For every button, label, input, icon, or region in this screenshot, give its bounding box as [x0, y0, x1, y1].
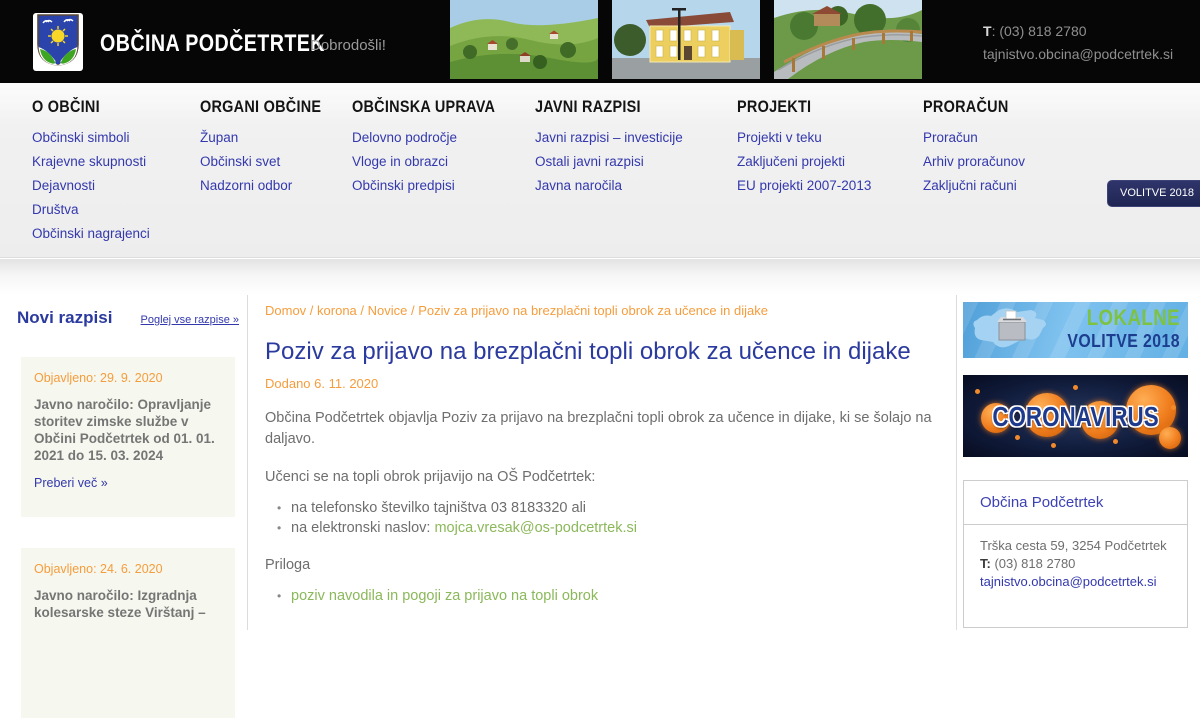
attachment-list: poziv navodila in pogoji za prijavo na t…: [291, 587, 937, 607]
nav-link-obcinski-nagrajenci[interactable]: Občinski nagrajenci: [32, 222, 150, 246]
nav-link-zupan[interactable]: Župan: [200, 126, 343, 150]
nav-col-obcinska-uprava: OBČINSKA UPRAVA Delovno področje Vloge i…: [352, 97, 521, 198]
paragraph: Učenci se na topli obrok prijavijo na OŠ…: [265, 469, 596, 485]
page-title: Poziv za prijavo na brezplačni topli obr…: [265, 338, 911, 365]
nav-col-proracun: PRORAČUN Proračun Arhiv proračunov Zaklj…: [923, 97, 1025, 198]
card-title: Javno naročilo: Izgradnja kolesarske ste…: [34, 588, 206, 620]
nav-heading[interactable]: O OBČINI: [32, 97, 132, 117]
razpis-card[interactable]: Objavljeno: 24. 6. 2020 Javno naročilo: …: [21, 548, 235, 718]
breadcrumb: Domov / korona / Novice / Poziv za prija…: [265, 303, 768, 318]
breadcrumb-korona[interactable]: korona: [317, 303, 357, 318]
nav-link-arhiv-proracunov[interactable]: Arhiv proračunov: [923, 150, 1025, 174]
divider: [956, 295, 957, 630]
site-header: OBČINA PODČETRTEK Dobrodošli! T: (03) 81…: [0, 0, 1200, 83]
view-all-razpisi-link[interactable]: Poglej vse razpise »: [141, 314, 239, 326]
nav-col-organi-obcine: ORGANI OBČINE Župan Občinski svet Nadzor…: [200, 97, 343, 198]
header-email-link[interactable]: tajnistvo.obcina@podcetrtek.si: [983, 46, 1173, 62]
nav-link-proracun[interactable]: Proračun: [923, 126, 1025, 150]
nav-link-vloge-in-obrazci[interactable]: Vloge in obrazci: [352, 150, 521, 174]
nav-link-zakljucni-racuni[interactable]: Zaključni računi: [923, 174, 1025, 198]
sidebar-title: Novi razpisi: [17, 308, 113, 327]
header-contact: T: (03) 818 2780 tajnistvo.obcina@podcet…: [983, 20, 1173, 66]
nav-col-javni-razpisi: JAVNI RAZPISI Javni razpisi – investicij…: [535, 97, 683, 198]
nav-link-javna-narocila[interactable]: Javna naročila: [535, 174, 683, 198]
nav-link-javni-razpisi-investicije[interactable]: Javni razpisi – investicije: [535, 126, 683, 150]
volitve-2018-button[interactable]: VOLITVE 2018: [1107, 180, 1200, 207]
breadcrumb-domov[interactable]: Domov: [265, 303, 306, 318]
nav-col-projekti: PROJEKTI Projekti v teku Zaključeni proj…: [737, 97, 871, 198]
banner-volitve-text: LOKALNE VOLITVE 2018: [1067, 305, 1180, 351]
divider: [247, 295, 248, 630]
header-photo-strip: [450, 0, 922, 79]
nav-heading[interactable]: OBČINSKA UPRAVA: [352, 97, 495, 117]
photo-municipal-building: [612, 0, 760, 79]
article: Domov / korona / Novice / Poziv za prija…: [265, 295, 937, 607]
coat-of-arms-icon: [36, 13, 80, 71]
breadcrumb-current: Poziv za prijavo na brezplačni topli obr…: [418, 303, 768, 318]
banner-corona-text: CORONAVIRUS: [992, 401, 1159, 432]
nav-link-krajevne-skupnosti[interactable]: Krajevne skupnosti: [32, 150, 150, 174]
razpis-card[interactable]: Objavljeno: 29. 9. 2020 Javno naročilo: …: [21, 357, 235, 517]
list-item: poziv navodila in pogoji za prijavo na t…: [291, 587, 937, 607]
nav-link-projekti-v-teku[interactable]: Projekti v teku: [737, 126, 871, 150]
nav-link-eu-projekti[interactable]: EU projekti 2007-2013: [737, 174, 871, 198]
site-title: OBČINA PODČETRTEK: [100, 30, 325, 57]
article-date: Dodano 6. 11. 2020: [265, 376, 379, 391]
card-title: Javno naročilo: Opravljanje storitev zim…: [34, 397, 215, 463]
contact-email-link[interactable]: tajnistvo.obcina@podcetrtek.si: [980, 574, 1157, 589]
photo-cycling-path: [774, 0, 922, 79]
list-item: na elektronski naslov: mojca.vresak@os-p…: [291, 519, 937, 539]
photo-countryside-hills: [450, 0, 598, 79]
nav-link-zakljuceni-projekti[interactable]: Zaključeni projekti: [737, 150, 871, 174]
contact-box: Občina Podčetrtek Trška cesta 59, 3254 P…: [963, 480, 1188, 628]
nav-shadow: [0, 259, 1200, 295]
breadcrumb-novice[interactable]: Novice: [368, 303, 408, 318]
ballot-box-icon: [969, 306, 1055, 358]
nav-link-nadzorni-odbor[interactable]: Nadzorni odbor: [200, 174, 343, 198]
welcome-text: Dobrodošli!: [310, 37, 386, 54]
main-navigation: O OBČINI Občinski simboli Krajevne skupn…: [0, 83, 1200, 258]
nav-link-drustva[interactable]: Društva: [32, 198, 150, 222]
banner-coronavirus[interactable]: CORONAVIRUS: [963, 375, 1188, 457]
nav-link-delovno-podrocje[interactable]: Delovno področje: [352, 126, 521, 150]
nav-heading[interactable]: ORGANI OBČINE: [200, 97, 321, 117]
read-more-link[interactable]: Preberi več »: [34, 476, 108, 490]
attachment-link[interactable]: poziv navodila in pogoji za prijavo na t…: [291, 588, 598, 604]
attachment-label: Priloga: [265, 557, 311, 573]
nav-heading[interactable]: JAVNI RAZPISI: [535, 97, 661, 117]
nav-link-obcinski-svet[interactable]: Občinski svet: [200, 150, 343, 174]
contact-address: Trška cesta 59, 3254 Podčetrtek: [980, 538, 1167, 553]
municipality-logo[interactable]: [33, 13, 83, 71]
banner-lokalne-volitve-2018[interactable]: LOKALNE VOLITVE 2018: [963, 302, 1188, 358]
email-os-podcetrtek-link[interactable]: mojca.vresak@os-podcetrtek.si: [434, 520, 636, 536]
contact-options-list: na telefonsko številko tajništva 03 8183…: [291, 499, 937, 538]
contact-phone: T: (03) 818 2780: [980, 556, 1076, 571]
nav-heading[interactable]: PRORAČUN: [923, 97, 1010, 117]
nav-heading[interactable]: PROJEKTI: [737, 97, 851, 117]
nav-link-dejavnosti[interactable]: Dejavnosti: [32, 174, 150, 198]
card-published-date: Objavljeno: 24. 6. 2020: [34, 562, 163, 576]
paragraph: Občina Podčetrtek objavlja Poziv za prij…: [265, 410, 932, 447]
nav-col-o-obcini: O OBČINI Občinski simboli Krajevne skupn…: [32, 97, 150, 246]
contact-box-title[interactable]: Občina Podčetrtek: [980, 494, 1103, 511]
list-item: na telefonsko številko tajništva 03 8183…: [291, 499, 937, 519]
card-published-date: Objavljeno: 29. 9. 2020: [34, 371, 163, 385]
sidebar-novi-razpisi: Novi razpisi Poglej vse razpise » Objavl…: [17, 308, 239, 718]
nav-link-obcinski-simboli[interactable]: Občinski simboli: [32, 126, 150, 150]
nav-link-ostali-javni-razpisi[interactable]: Ostali javni razpisi: [535, 150, 683, 174]
header-phone: T: (03) 818 2780: [983, 23, 1087, 39]
nav-link-obcinski-predpisi[interactable]: Občinski predpisi: [352, 174, 521, 198]
